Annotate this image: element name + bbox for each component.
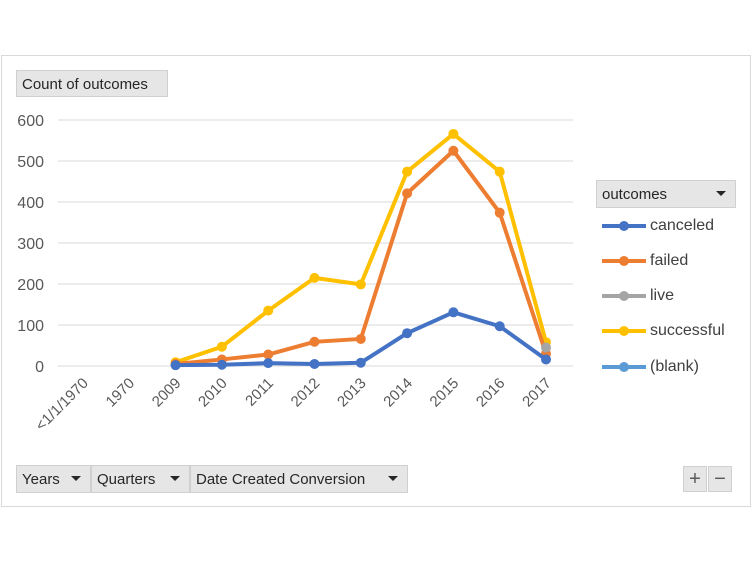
legend-label: successful [650, 322, 725, 339]
chart-frame [1, 55, 751, 507]
legend-swatch-blank [602, 362, 646, 372]
quarters-filter-button[interactable]: Quarters [91, 465, 190, 493]
legend-label: (blank) [650, 358, 699, 375]
legend-swatch-successful [602, 326, 646, 336]
collapse-field-button[interactable]: − [708, 466, 732, 492]
legend-swatch-canceled [602, 221, 646, 231]
legend-label: live [650, 287, 675, 304]
legend-swatch-failed [602, 256, 646, 266]
value-field-button[interactable]: Count of outcomes [16, 70, 168, 97]
expand-field-button[interactable]: + [683, 466, 707, 492]
legend-swatch-live [602, 291, 646, 301]
date-created-filter-button[interactable]: Date Created Conversion [190, 465, 408, 493]
legend-filter-outcomes[interactable]: outcomes [596, 180, 736, 208]
legend-label: failed [650, 252, 689, 269]
legend-label: canceled [650, 217, 715, 234]
years-filter-button[interactable]: Years [16, 465, 91, 493]
